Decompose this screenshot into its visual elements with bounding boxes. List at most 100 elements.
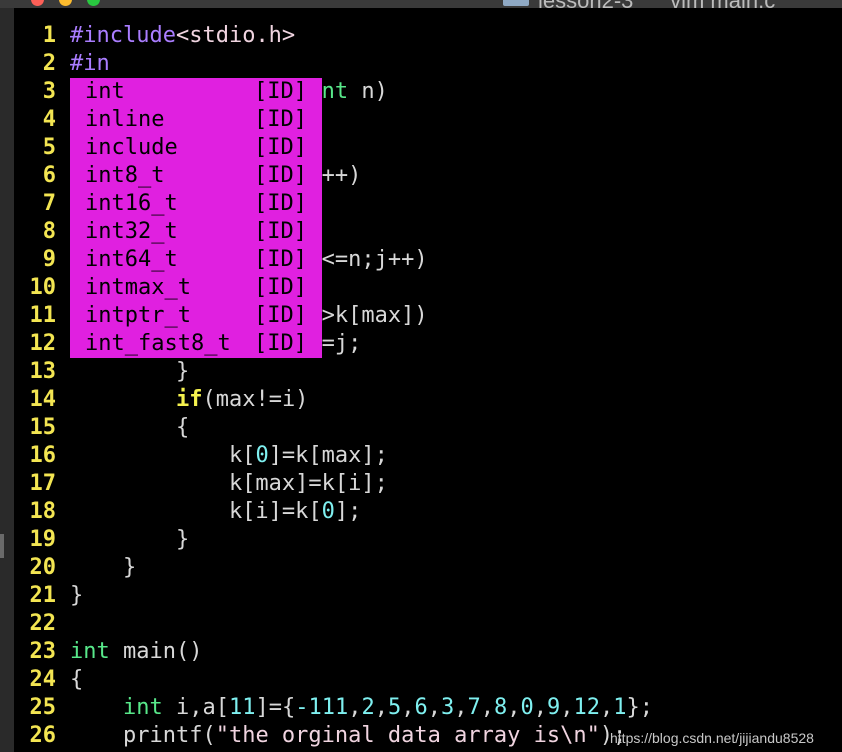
code-line[interactable]: 18 k[i]=k[0]; <box>14 498 362 526</box>
code-line[interactable]: 15 { <box>14 414 190 442</box>
line-text: #include<stdio.h> <box>70 22 295 50</box>
code-line[interactable]: 25 int i,a[11]={-111,2,5,6,3,7,8,0,9,12,… <box>14 694 653 722</box>
completion-kind: [ID] <box>254 247 307 272</box>
vim-editor[interactable]: 1#include<stdio.h>2#in3void sort(int k[]… <box>14 8 842 752</box>
code-token: #include <box>70 23 176 48</box>
code-token: }; <box>626 695 653 720</box>
line-text: k[i]=k[0]; <box>70 498 361 526</box>
line-number: 22 <box>29 611 57 636</box>
line-number: 23 <box>29 639 57 664</box>
code-token: 12 <box>573 695 600 720</box>
code-token: 1 <box>613 695 627 720</box>
line-number: 8 <box>42 219 56 244</box>
line-number: 17 <box>29 471 57 496</box>
completion-word: intmax_t <box>85 275 191 300</box>
completion-item[interactable]: int32_t [ID] <box>70 218 322 246</box>
line-number: 12 <box>29 331 57 356</box>
completion-popup[interactable]: int [ID] inline [ID] include [ID] int8_t [ID] in… <box>70 78 322 358</box>
code-token: 2 <box>361 695 375 720</box>
completion-word: int16_t <box>85 191 178 216</box>
code-token: , <box>427 695 441 720</box>
line-text: int main() <box>70 638 202 666</box>
code-token: 0 <box>255 443 269 468</box>
line-number: 11 <box>29 303 57 328</box>
code-token: , <box>599 695 614 720</box>
completion-kind: [ID] <box>254 79 307 104</box>
code-line[interactable]: 13 } <box>14 358 190 386</box>
completion-word: int32_t <box>85 219 178 244</box>
completion-item[interactable]: inline [ID] <box>70 106 322 134</box>
code-token: 8 <box>493 695 508 720</box>
code-token: { <box>70 667 84 692</box>
code-line[interactable]: 22 <box>14 610 70 638</box>
code-line[interactable]: 16 k[0]=k[max]; <box>14 442 388 470</box>
code-token: , <box>507 695 521 720</box>
completion-item[interactable]: int64_t [ID] <box>70 246 322 274</box>
completion-word: inline <box>85 107 165 132</box>
line-text: k[0]=k[max]; <box>70 442 388 470</box>
code-line[interactable]: 17 k[max]=k[i]; <box>14 470 388 498</box>
code-token: 11 <box>228 695 256 720</box>
zoom-window-button[interactable] <box>87 0 100 6</box>
line-text: k[max]=k[i]; <box>70 470 388 498</box>
line-number: 18 <box>29 499 57 524</box>
line-number: 6 <box>42 163 56 188</box>
completion-item[interactable]: int16_t [ID] <box>70 190 322 218</box>
completion-word: include <box>85 135 178 160</box>
completion-kind: [ID] <box>254 107 307 132</box>
completion-item[interactable]: intmax_t [ID] <box>70 274 322 302</box>
line-number: 10 <box>29 275 57 300</box>
code-token: ]={ <box>255 695 296 720</box>
code-line[interactable]: 2 #in <box>14 50 110 78</box>
line-number: 4 <box>42 107 56 132</box>
code-line[interactable]: 20 } <box>14 554 137 582</box>
code-token: } <box>70 527 190 552</box>
completion-kind: [ID] <box>254 163 307 188</box>
completion-item[interactable]: include [ID] <box>70 134 322 162</box>
code-token: 0 <box>520 695 534 720</box>
line-number: 5 <box>42 135 56 160</box>
code-token: (max!=i) <box>202 387 309 412</box>
minimize-window-button[interactable] <box>59 0 72 6</box>
completion-item[interactable]: int [ID] <box>70 78 322 106</box>
code-token: , <box>374 695 388 720</box>
completion-item[interactable]: int_fast8_t [ID] <box>70 330 322 358</box>
line-number: 20 <box>29 555 57 580</box>
code-token: , <box>454 695 468 720</box>
close-window-button[interactable] <box>31 0 44 6</box>
code-line[interactable]: 1 #include<stdio.h> <box>14 22 295 50</box>
line-number: 21 <box>29 583 57 608</box>
desktop-edge <box>0 8 14 752</box>
code-token: } <box>70 359 190 384</box>
completion-word: int8_t <box>85 163 165 188</box>
completion-word: intptr_t <box>85 303 191 328</box>
line-number: 1 <box>42 23 56 48</box>
code-token: if <box>175 387 203 412</box>
line-number: 2 <box>42 51 56 76</box>
line-text: } <box>70 358 189 386</box>
code-line[interactable]: 14 if(max!=i) <box>14 386 309 414</box>
desktop-edge-mark <box>0 534 4 558</box>
code-line[interactable]: 23 int main() <box>14 638 203 666</box>
code-token: <stdio.h> <box>175 23 296 48</box>
code-line[interactable]: 21} <box>14 582 84 610</box>
code-token: , <box>480 695 494 720</box>
code-token: k[ <box>70 443 256 468</box>
completion-item[interactable]: intptr_t [ID] <box>70 302 322 330</box>
code-line[interactable]: 19 } <box>14 526 190 554</box>
code-token: k[i]=k[ <box>70 499 322 524</box>
completion-item[interactable]: int8_t [ID] <box>70 162 322 190</box>
completion-kind: [ID] <box>254 303 307 328</box>
code-line[interactable]: 26 printf("the orginal data array is\n")… <box>14 722 627 750</box>
line-text: { <box>70 414 189 442</box>
code-line[interactable]: 24 { <box>14 666 84 694</box>
code-token: 9 <box>546 695 561 720</box>
code-token: #in <box>70 51 110 76</box>
line-number: 13 <box>29 359 57 384</box>
completion-kind: [ID] <box>254 219 307 244</box>
code-token: , <box>533 695 547 720</box>
line-text: { <box>70 666 83 694</box>
line-number: 14 <box>29 387 57 412</box>
code-token: } <box>70 583 84 608</box>
window-title: lesson2-3 vim main.c <box>538 0 775 8</box>
